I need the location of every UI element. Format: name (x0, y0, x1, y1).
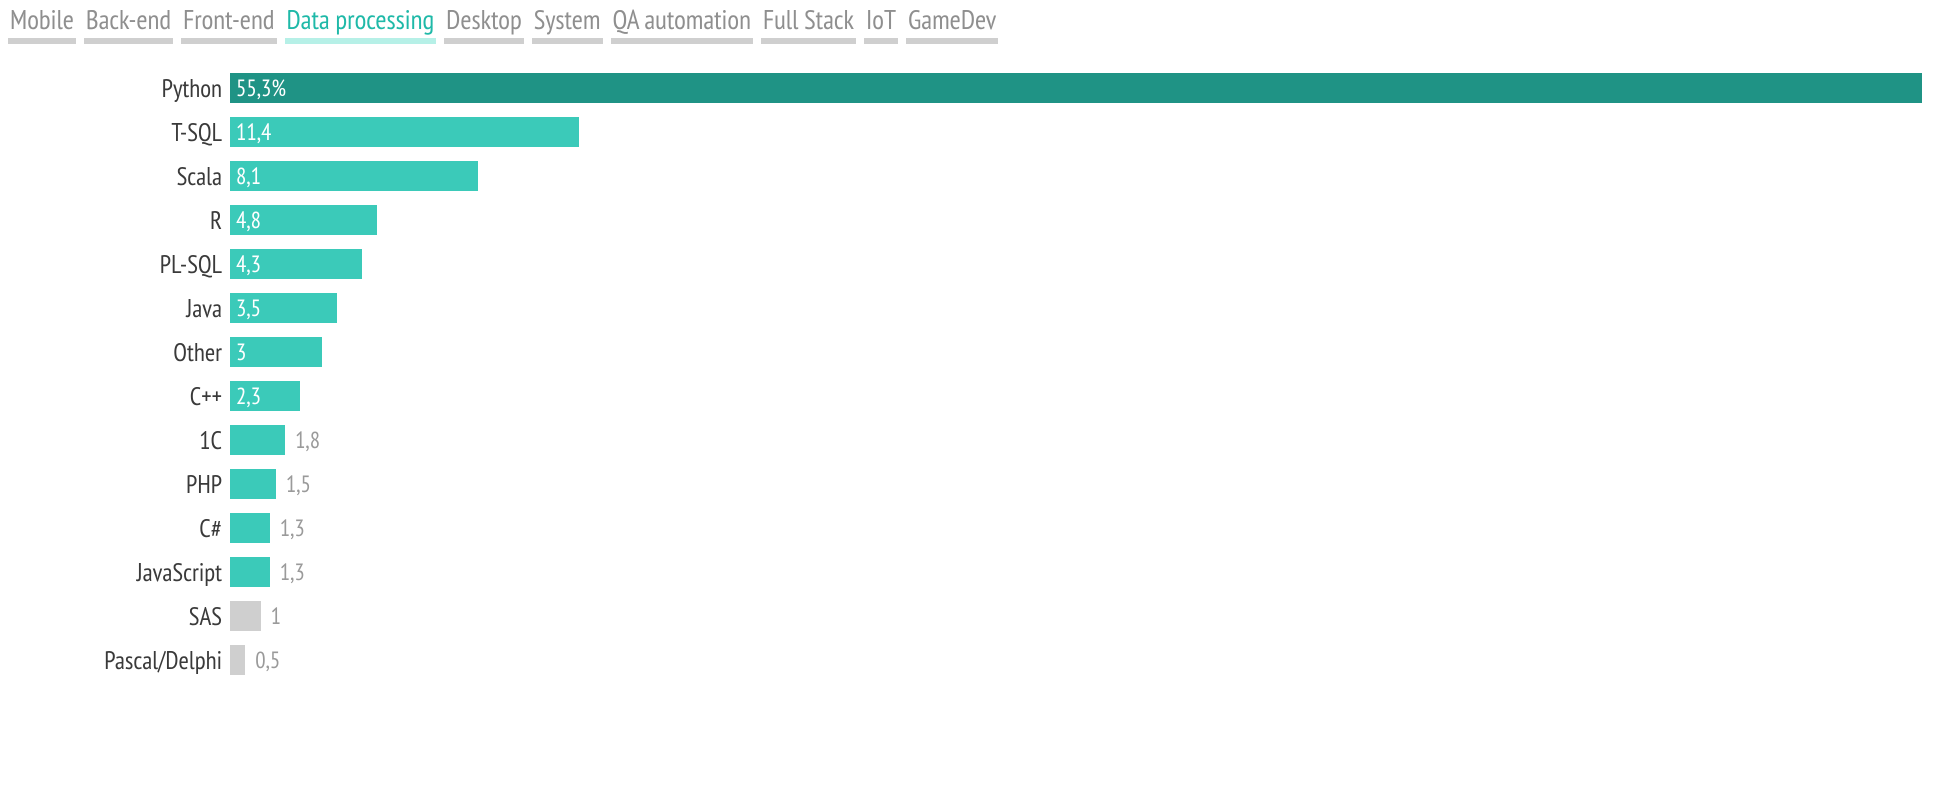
bar-label: Scala (0, 160, 230, 192)
bar-label: Other (0, 336, 230, 368)
bar-track: 0,5 (230, 643, 1922, 677)
bar: 55,3% (230, 73, 1922, 103)
bar-label: JavaScript (0, 556, 230, 588)
bar-value: 4,8 (230, 206, 261, 235)
bar-row: PHP1,5 (0, 462, 1922, 506)
bar: 1,3 (230, 513, 270, 543)
bar: 3 (230, 337, 322, 367)
bar-value: 11,4 (230, 118, 271, 147)
bar-value: 1,3 (270, 514, 305, 543)
bar: 4,8 (230, 205, 377, 235)
bar-label: PL-SQL (0, 248, 230, 280)
category-tabs: MobileBack-endFront-endData processingDe… (0, 0, 1940, 44)
bar-chart: Python55,3%T-SQL11,4Scala8,1R4,8PL-SQL4,… (0, 44, 1940, 682)
bar: 1,5 (230, 469, 276, 499)
bar-label: SAS (0, 600, 230, 632)
bar-value: 1,5 (276, 470, 311, 499)
bar-value: 1,8 (285, 426, 320, 455)
bar-row: Other3 (0, 330, 1922, 374)
bar: 4,3 (230, 249, 362, 279)
bar-value: 1,3 (270, 558, 305, 587)
bar: 1,8 (230, 425, 285, 455)
bar-value: 55,3% (230, 74, 286, 103)
tab-front-end[interactable]: Front-end (181, 4, 276, 44)
bar-row: T-SQL11,4 (0, 110, 1922, 154)
bar: 1,3 (230, 557, 270, 587)
bar-row: 1C1,8 (0, 418, 1922, 462)
bar-track: 1,8 (230, 423, 1922, 457)
bar-value: 1 (261, 602, 281, 631)
bar-row: Python55,3% (0, 66, 1922, 110)
bar-track: 3 (230, 335, 1922, 369)
bar-label: R (0, 204, 230, 236)
bar-label: Python (0, 72, 230, 104)
bar-row: C#1,3 (0, 506, 1922, 550)
bar-track: 1,5 (230, 467, 1922, 501)
bar-row: C++2,3 (0, 374, 1922, 418)
tab-system[interactable]: System (532, 4, 603, 44)
bar-value: 8,1 (230, 162, 261, 191)
bar-label: C++ (0, 380, 230, 412)
bar-label: 1C (0, 424, 230, 456)
bar-track: 11,4 (230, 115, 1922, 149)
tab-gamedev[interactable]: GameDev (906, 4, 998, 44)
bar: 11,4 (230, 117, 579, 147)
tab-mobile[interactable]: Mobile (8, 4, 76, 44)
bar-row: Scala8,1 (0, 154, 1922, 198)
bar-track: 2,3 (230, 379, 1922, 413)
bar-value: 0,5 (245, 646, 280, 675)
bar-row: PL-SQL4,3 (0, 242, 1922, 286)
bar-label: T-SQL (0, 116, 230, 148)
tab-full-stack[interactable]: Full Stack (761, 4, 856, 44)
bar: 2,3 (230, 381, 300, 411)
bar-row: Pascal/Delphi0,5 (0, 638, 1922, 682)
bar-label: Java (0, 292, 230, 324)
bar: 0,5 (230, 645, 245, 675)
bar-label: Pascal/Delphi (0, 644, 230, 676)
bar-row: SAS1 (0, 594, 1922, 638)
tab-data-processing[interactable]: Data processing (285, 4, 437, 44)
bar: 1 (230, 601, 261, 631)
tab-desktop[interactable]: Desktop (444, 4, 524, 44)
bar-track: 3,5 (230, 291, 1922, 325)
tab-qa-automation[interactable]: QA automation (611, 4, 753, 44)
bar-row: R4,8 (0, 198, 1922, 242)
bar-track: 8,1 (230, 159, 1922, 193)
bar-label: PHP (0, 468, 230, 500)
bar-label: C# (0, 512, 230, 544)
bar-value: 4,3 (230, 250, 261, 279)
bar: 8,1 (230, 161, 478, 191)
tab-iot[interactable]: IoT (864, 4, 898, 44)
bar-track: 4,3 (230, 247, 1922, 281)
bar-track: 4,8 (230, 203, 1922, 237)
bar-track: 1,3 (230, 555, 1922, 589)
bar-track: 1 (230, 599, 1922, 633)
bar-row: JavaScript1,3 (0, 550, 1922, 594)
bar: 3,5 (230, 293, 337, 323)
bar-row: Java3,5 (0, 286, 1922, 330)
bar-track: 55,3% (230, 71, 1922, 105)
bar-value: 3,5 (230, 294, 261, 323)
tab-back-end[interactable]: Back-end (84, 4, 173, 44)
bar-value: 3 (230, 338, 246, 367)
bar-track: 1,3 (230, 511, 1922, 545)
bar-value: 2,3 (230, 382, 261, 411)
